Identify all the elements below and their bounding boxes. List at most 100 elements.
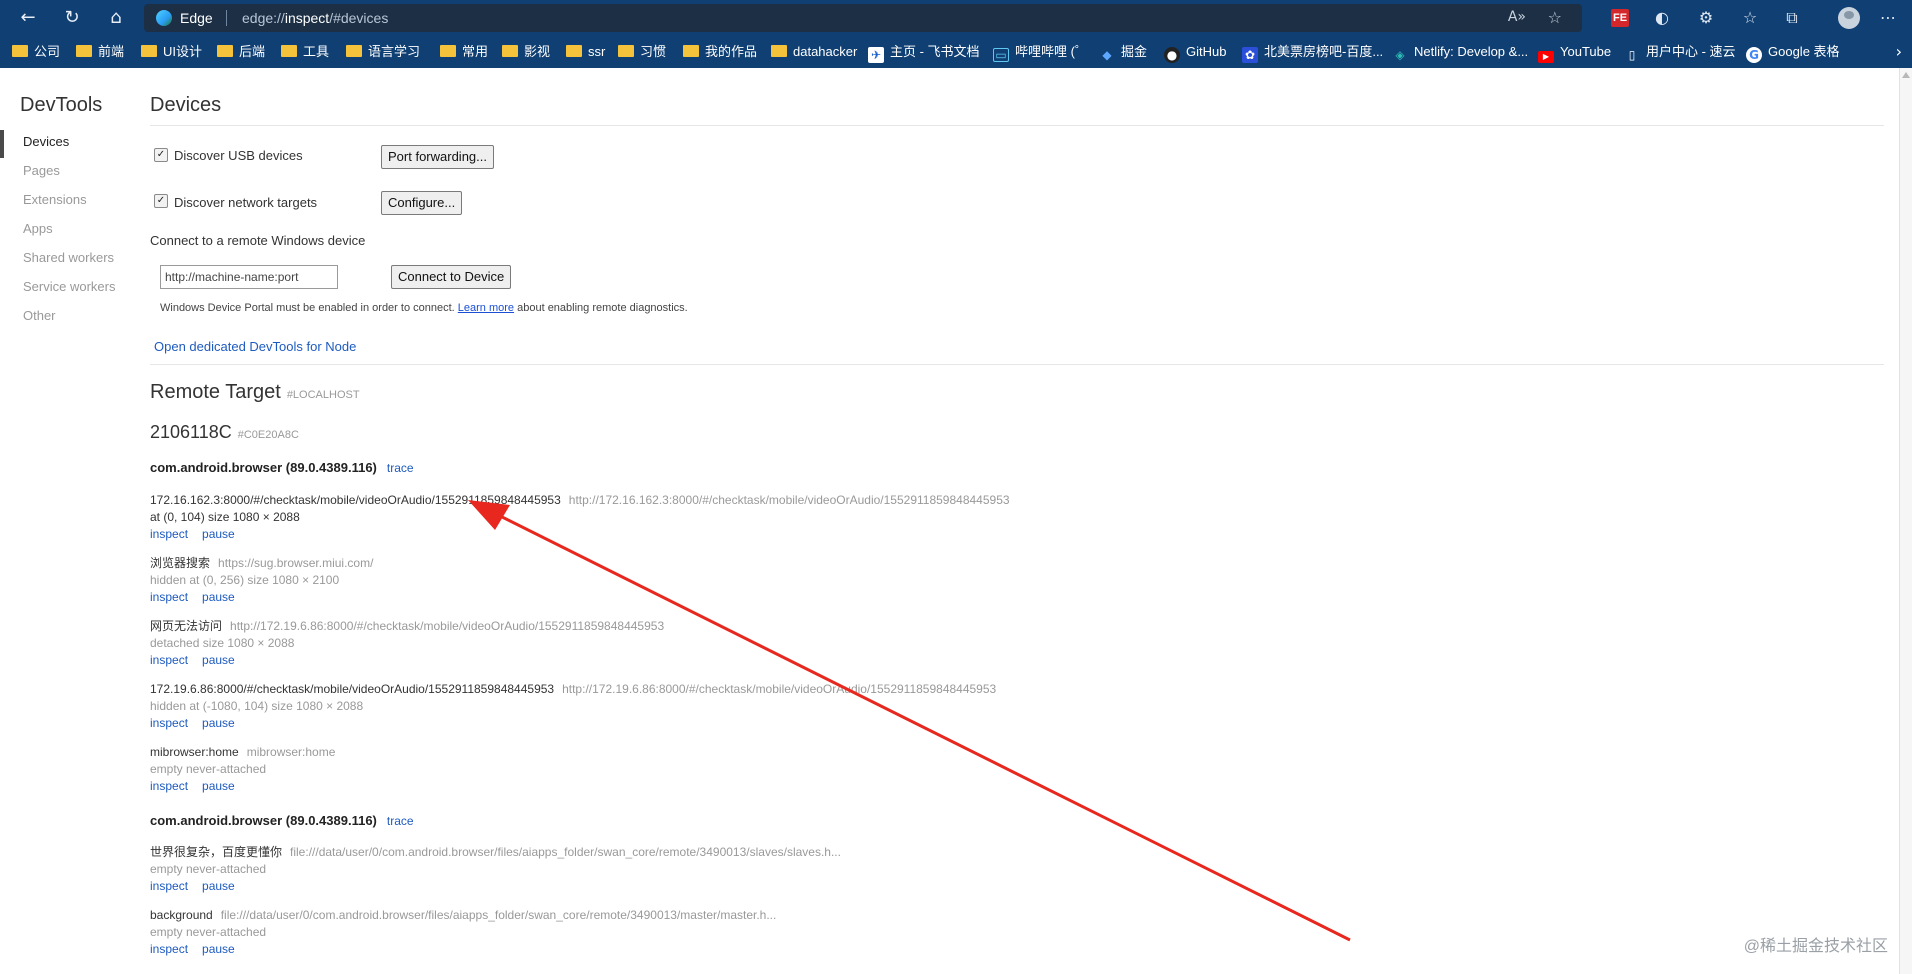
target-url: file:///data/user/0/com.android.browser/… — [220, 908, 777, 922]
discover-network-label: Discover network targets — [174, 195, 318, 210]
bookmark-item[interactable]: ▭ 哔哩哔哩 (゜ — [993, 42, 1088, 62]
bookmark-item[interactable]: datahacker — [771, 42, 857, 62]
target-title: 172.19.6.86:8000/#/checktask/mobile/vide… — [150, 682, 555, 696]
folder-icon — [771, 45, 787, 57]
fe-extension-icon[interactable]: FE — [1611, 9, 1629, 27]
add-favorite-icon[interactable]: ☆ — [1548, 8, 1562, 27]
port-forwarding-button[interactable]: Port forwarding... — [381, 145, 494, 169]
target-item: mibrowser:home mibrowser:home empty never… — [150, 744, 1890, 795]
remote-target-heading: Remote Target #LOCALHOST — [150, 381, 360, 403]
scroll-up-icon[interactable] — [1902, 72, 1910, 78]
trace-link[interactable]: trace — [387, 461, 414, 475]
pause-link[interactable]: pause — [202, 779, 235, 793]
bookmark-item[interactable]: 后端 — [217, 42, 265, 62]
trace-link[interactable]: trace — [387, 814, 414, 828]
more-menu-icon[interactable]: ⋯ — [1876, 6, 1900, 30]
bookmark-item[interactable]: ✈ 主页 - 飞书文档 — [868, 42, 980, 63]
sidebar-item-service-workers[interactable]: Service workers — [23, 279, 115, 294]
bookmark-item[interactable]: ssr — [566, 42, 605, 62]
bookmark-item[interactable]: UI设计 — [141, 42, 202, 62]
read-aloud-icon[interactable]: A» — [1508, 9, 1526, 25]
bookmarks-bar: 公司 前端 UI设计 后端 工具 语言学习 常用 影视 ssr 习惯 我的作品 … — [0, 36, 1912, 68]
address-separator — [226, 10, 227, 26]
target-item: 172.16.162.3:8000/#/checktask/mobile/vid… — [150, 492, 1890, 543]
folder-icon — [683, 45, 699, 57]
bookmark-item[interactable]: 工具 — [281, 42, 329, 62]
discover-network-checkbox[interactable]: ✓ — [154, 194, 168, 208]
sidebar-title: DevTools — [20, 94, 103, 116]
folder-icon — [12, 45, 28, 57]
target-info: hidden at (0, 256) size 1080 × 2100 — [150, 573, 340, 587]
compass-extension-icon[interactable]: ◐ — [1650, 6, 1674, 30]
chevron-right-icon[interactable]: › — [1896, 42, 1902, 61]
inspect-link[interactable]: inspect — [150, 527, 188, 541]
target-url: http://172.19.6.86:8000/#/checktask/mobi… — [562, 682, 997, 696]
page-icon: ▯ — [1628, 48, 1636, 62]
pause-link[interactable]: pause — [202, 879, 235, 893]
bookmark-item[interactable]: 常用 — [440, 42, 488, 62]
pause-link[interactable]: pause — [202, 716, 235, 730]
url-text[interactable]: edge://inspect/#devices — [242, 10, 388, 26]
inspect-link[interactable]: inspect — [150, 590, 188, 604]
profile-avatar[interactable] — [1838, 7, 1860, 29]
open-node-devtools-link[interactable]: Open dedicated DevTools for Node — [154, 339, 356, 354]
sidebar-item-other[interactable]: Other — [23, 308, 56, 323]
target-item: 网页无法访问 http://172.19.6.86:8000/#/checktas… — [150, 618, 1890, 669]
inspect-link[interactable]: inspect — [150, 942, 188, 956]
refresh-icon[interactable]: ↻ — [60, 6, 84, 30]
bookmark-item[interactable]: ▶ YouTube — [1538, 42, 1611, 63]
inspect-link[interactable]: inspect — [150, 653, 188, 667]
sidebar-item-pages[interactable]: Pages — [23, 163, 60, 178]
bookmark-item[interactable]: ◆ 掘金 — [1099, 42, 1147, 62]
folder-icon — [618, 45, 634, 57]
target-url: http://172.16.162.3:8000/#/checktask/mob… — [568, 493, 1010, 507]
discover-usb-checkbox[interactable]: ✓ — [154, 148, 168, 162]
address-bar[interactable]: Edge edge://inspect/#devices A» ☆ — [144, 4, 1582, 32]
inspect-link[interactable]: inspect — [150, 879, 188, 893]
pause-link[interactable]: pause — [202, 527, 235, 541]
home-icon[interactable]: ⌂ — [104, 6, 128, 30]
bookmark-item[interactable]: 前端 — [76, 42, 124, 62]
bookmark-item[interactable]: ● GitHub — [1164, 42, 1226, 63]
bookmark-item[interactable]: 公司 — [12, 42, 60, 62]
configure-button[interactable]: Configure... — [381, 191, 463, 215]
connect-to-device-button[interactable]: Connect to Device — [391, 265, 512, 289]
inspect-link[interactable]: inspect — [150, 779, 188, 793]
bookmark-item[interactable]: ✿ 北美票房榜吧-百度... — [1242, 42, 1383, 63]
bookmark-item[interactable]: G Google 表格 — [1746, 42, 1840, 63]
sidebar-item-shared-workers[interactable]: Shared workers — [23, 250, 114, 265]
learn-more-link[interactable]: Learn more — [458, 302, 514, 314]
feishu-icon: ✈ — [868, 47, 884, 63]
target-url: https://sug.browser.miui.com/ — [218, 556, 374, 570]
sidebar-item-extensions[interactable]: Extensions — [23, 192, 87, 207]
target-title: mibrowser:home — [150, 745, 239, 759]
remote-windows-label: Connect to a remote Windows device — [150, 233, 366, 248]
machine-address-input[interactable]: http://machine-name:port — [160, 265, 338, 289]
target-info: empty never-attached — [150, 762, 267, 776]
bookmark-item[interactable]: 语言学习 — [346, 42, 420, 62]
sidebar-item-devices[interactable]: Devices — [23, 134, 69, 149]
target-item: 172.19.6.86:8000/#/checktask/mobile/vide… — [150, 681, 1890, 732]
scrollbar[interactable] — [1899, 68, 1912, 974]
pause-link[interactable]: pause — [202, 590, 235, 604]
target-title: 172.16.162.3:8000/#/checktask/mobile/vid… — [150, 493, 561, 507]
bookmark-item[interactable]: 我的作品 — [683, 42, 757, 62]
extensions-icon[interactable]: ⚙ — [1694, 6, 1718, 30]
pause-link[interactable]: pause — [202, 942, 235, 956]
favorites-icon[interactable]: ☆ — [1738, 6, 1762, 30]
collections-icon[interactable]: ⧉ — [1780, 6, 1804, 30]
folder-icon — [217, 45, 233, 57]
discover-usb-label: Discover USB devices — [174, 148, 303, 163]
target-info: hidden at (-1080, 104) size 1080 × 2088 — [150, 699, 364, 713]
bookmark-item[interactable]: ▯ 用户中心 - 速云 — [1624, 42, 1736, 62]
bookmark-item[interactable]: 影视 — [502, 42, 550, 62]
package-header: com.android.browser (89.0.4389.116) trace — [150, 813, 414, 828]
target-title: 网页无法访问 — [150, 619, 223, 633]
bookmark-item[interactable]: ◈ Netlify: Develop &... — [1392, 42, 1528, 62]
inspect-link[interactable]: inspect — [150, 716, 188, 730]
pause-link[interactable]: pause — [202, 653, 235, 667]
back-icon[interactable]: ← — [16, 6, 40, 30]
bookmark-item[interactable]: 习惯 — [618, 42, 666, 62]
sidebar-item-apps[interactable]: Apps — [23, 221, 53, 236]
divider — [150, 125, 1884, 126]
